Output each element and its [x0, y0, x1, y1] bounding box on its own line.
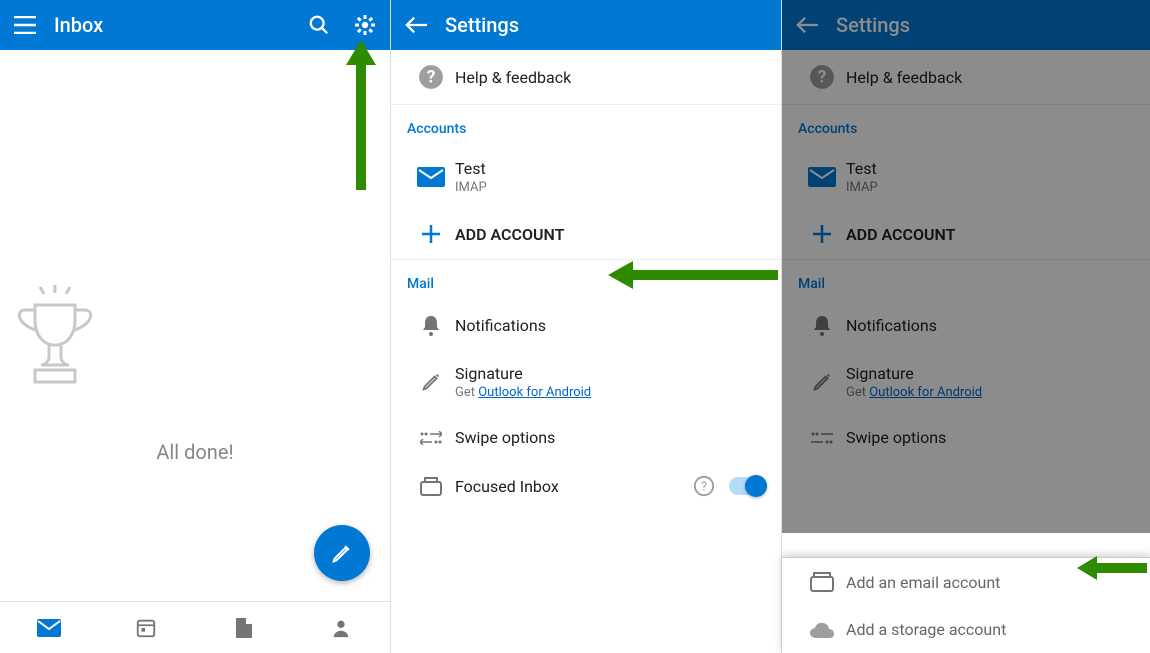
trophy-icon	[0, 280, 390, 420]
section-accounts: Accounts	[391, 105, 781, 145]
inbox-title: Inbox	[54, 13, 306, 37]
help-small-icon[interactable]: ?	[693, 475, 715, 497]
row-notifications[interactable]: Notifications	[391, 300, 781, 350]
sheet-storage-label: Add a storage account	[846, 620, 1134, 639]
row-add-account[interactable]: ADD ACCOUNT	[391, 209, 781, 259]
nav-files[interactable]	[195, 602, 293, 653]
focused-toggle[interactable]	[729, 477, 765, 495]
svg-text:?: ?	[427, 67, 436, 87]
signature-label: Signature	[455, 364, 765, 383]
sheet-add-storage[interactable]: Add a storage account	[782, 606, 1150, 653]
back-icon[interactable]	[403, 12, 429, 38]
swipe-icon	[407, 431, 455, 445]
sheet-email-label: Add an email account	[846, 573, 1134, 592]
gear-icon[interactable]	[352, 12, 378, 38]
row-swipe-options[interactable]: Swipe options	[391, 414, 781, 461]
row-account-test[interactable]: Test IMAP	[391, 145, 781, 209]
signature-sub: Get Outlook for Android	[455, 385, 765, 400]
signature-link[interactable]: Outlook for Android	[478, 385, 591, 400]
app-bar-settings: Settings	[391, 0, 781, 50]
add-account-label: ADD ACCOUNT	[455, 225, 765, 244]
modal-scrim[interactable]	[782, 0, 1150, 533]
row-signature[interactable]: Signature Get Outlook for Android	[391, 350, 781, 414]
section-mail: Mail	[391, 260, 781, 300]
bottom-sheet-add: Add an email account Add a storage accou…	[782, 557, 1150, 653]
bottom-nav	[0, 601, 390, 653]
search-icon[interactable]	[306, 12, 332, 38]
sheet-add-email[interactable]: Add an email account	[782, 558, 1150, 606]
panel-settings: Settings ? Help & feedback Accounts Test…	[391, 0, 782, 653]
account-type: IMAP	[455, 180, 765, 195]
account-name: Test	[455, 159, 765, 178]
panel-inbox: Inbox	[0, 0, 391, 653]
inbox-empty-body: All done!	[0, 50, 390, 653]
all-done-text: All done!	[0, 440, 390, 464]
svg-text:?: ?	[701, 480, 707, 495]
compose-fab[interactable]	[314, 525, 370, 581]
panel-settings-sheet: Settings ? Help & feedback Accounts Test…	[782, 0, 1150, 653]
notifications-label: Notifications	[455, 316, 765, 335]
bell-icon	[407, 314, 455, 336]
email-icon	[798, 572, 846, 592]
focused-icon	[407, 476, 455, 496]
pen-icon	[407, 371, 455, 393]
swipe-label: Swipe options	[455, 428, 765, 447]
nav-calendar[interactable]	[98, 602, 196, 653]
mail-icon	[407, 167, 455, 187]
row-help-feedback[interactable]: ? Help & feedback	[391, 50, 781, 104]
row-focused-inbox[interactable]: Focused Inbox ?	[391, 461, 781, 511]
focused-label: Focused Inbox	[455, 477, 693, 496]
cloud-icon	[798, 621, 846, 639]
help-icon: ?	[407, 64, 455, 90]
settings-title: Settings	[445, 13, 769, 37]
nav-people[interactable]	[293, 602, 391, 653]
hamburger-icon[interactable]	[12, 12, 38, 38]
help-label: Help & feedback	[455, 68, 765, 87]
plus-icon	[407, 223, 455, 245]
pencil-icon	[331, 542, 353, 564]
nav-mail[interactable]	[0, 602, 98, 653]
app-bar-inbox: Inbox	[0, 0, 390, 50]
